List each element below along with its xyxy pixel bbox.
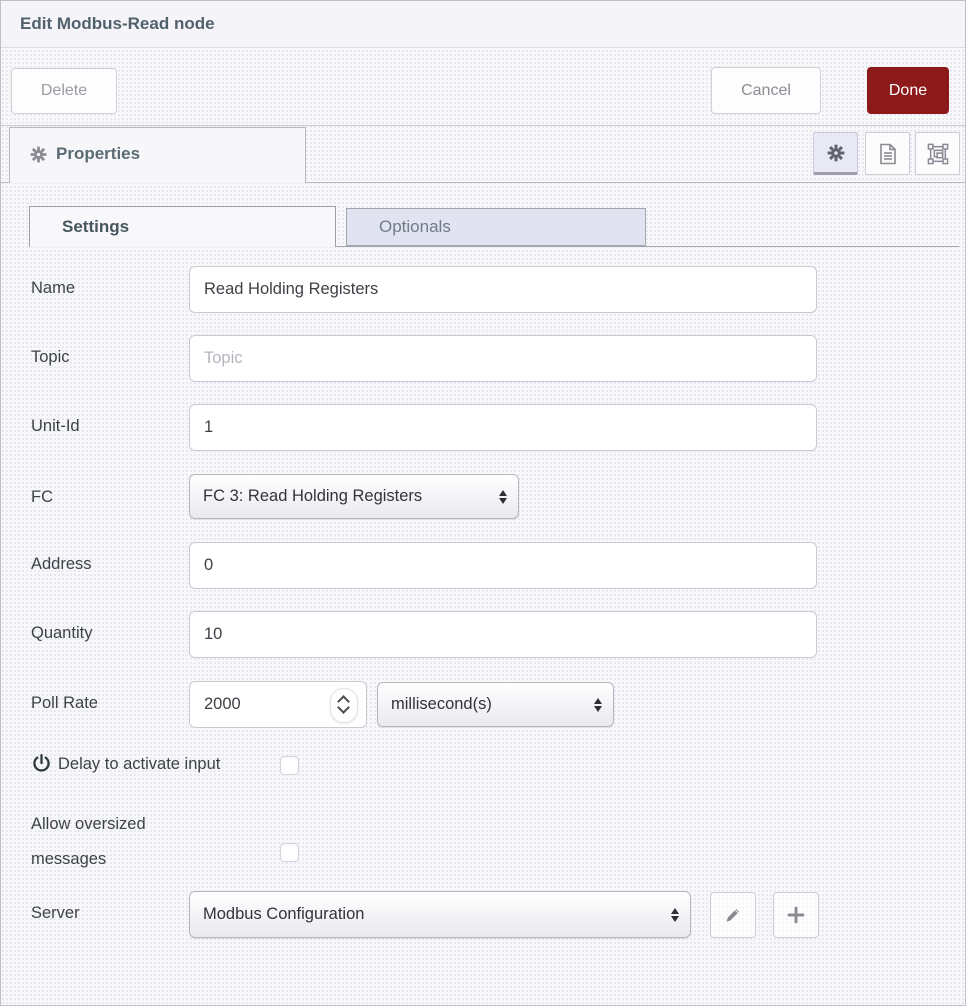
server-select[interactable]: Modbus Configuration — [189, 891, 691, 938]
edit-server-button[interactable] — [710, 892, 756, 938]
cancel-button[interactable]: Cancel — [711, 67, 821, 114]
poll-rate-unit-value: millisecond(s) — [391, 695, 492, 714]
allow-oversized-label: Allow oversized messages — [31, 807, 191, 877]
server-label: Server — [31, 904, 80, 923]
select-arrows-icon — [594, 698, 602, 712]
tab-properties[interactable]: Properties — [9, 127, 306, 183]
tab-properties-label: Properties — [56, 144, 140, 164]
properties-pane-button[interactable] — [813, 132, 858, 175]
select-arrows-icon — [499, 490, 507, 504]
name-label: Name — [31, 279, 75, 298]
server-select-value: Modbus Configuration — [203, 905, 364, 924]
poll-rate-unit-select[interactable]: millisecond(s) — [377, 682, 614, 727]
number-stepper[interactable] — [330, 688, 358, 723]
poll-rate-label: Poll Rate — [31, 694, 98, 713]
add-server-button[interactable] — [773, 892, 819, 938]
topic-input[interactable] — [189, 335, 817, 382]
quantity-input[interactable] — [189, 611, 817, 658]
quantity-label: Quantity — [31, 624, 92, 643]
tab-settings[interactable]: Settings — [29, 206, 336, 247]
delay-to-activate-label: Delay to activate input — [58, 755, 220, 774]
address-label: Address — [31, 555, 92, 574]
description-pane-button[interactable] — [865, 132, 910, 175]
document-icon — [878, 143, 898, 165]
pencil-icon — [723, 905, 743, 925]
dialog-header: Edit Modbus-Read node — [1, 1, 965, 48]
appearance-pane-button[interactable] — [915, 132, 960, 175]
gear-icon — [826, 143, 846, 163]
dialog-button-bar: Delete Cancel Done — [1, 49, 965, 126]
address-input[interactable] — [189, 542, 817, 589]
select-arrows-icon — [671, 908, 679, 922]
poll-rate-field — [189, 681, 367, 728]
unit-id-label: Unit-Id — [31, 417, 80, 436]
topic-label: Topic — [31, 348, 70, 367]
allow-oversized-checkbox[interactable] — [280, 843, 299, 862]
unit-id-input[interactable] — [189, 404, 817, 451]
fc-select-value: FC 3: Read Holding Registers — [203, 487, 422, 506]
power-icon — [31, 753, 52, 774]
delay-to-activate-checkbox[interactable] — [280, 756, 299, 775]
delete-button[interactable]: Delete — [11, 68, 117, 114]
done-button[interactable]: Done — [867, 67, 949, 114]
appearance-icon — [927, 143, 949, 165]
gear-icon — [29, 145, 48, 164]
fc-label: FC — [31, 488, 53, 507]
name-input[interactable] — [189, 266, 817, 313]
fc-select[interactable]: FC 3: Read Holding Registers — [189, 474, 519, 519]
plus-icon — [785, 904, 807, 926]
dialog-title: Edit Modbus-Read node — [20, 14, 215, 34]
edit-node-dialog: Edit Modbus-Read node Delete Cancel Done… — [0, 0, 966, 1006]
tab-optionals[interactable]: Optionals — [346, 208, 646, 246]
